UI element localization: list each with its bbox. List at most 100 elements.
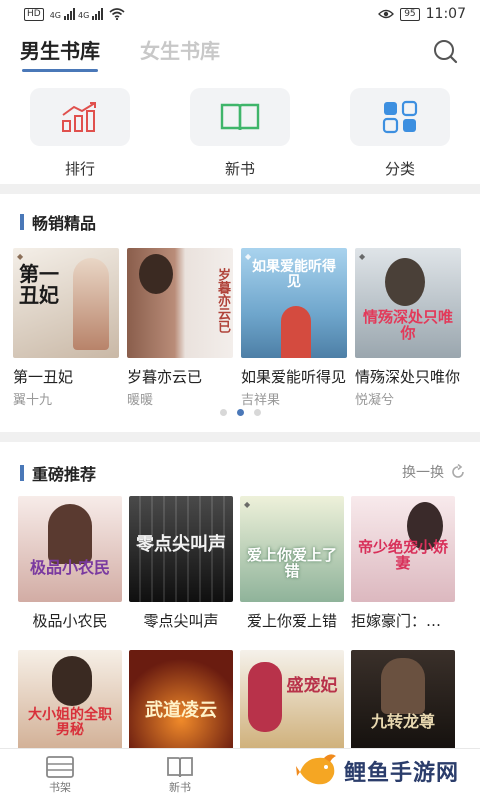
- book-title: 第一丑妃: [13, 368, 74, 386]
- book-card[interactable]: 零点尖叫声 零点尖叫声: [129, 496, 233, 631]
- watermark-text: 鲤鱼手游网: [344, 761, 460, 786]
- cover-title: 大小姐的全职男秘: [28, 707, 112, 738]
- cover-title: 如果爱能听得见: [252, 259, 336, 290]
- cover-figure: [248, 662, 282, 732]
- cover-title: 帝少绝宠小娇妻: [357, 538, 448, 572]
- book-card[interactable]: 极品小农民 极品小农民: [18, 496, 122, 631]
- cover-figure: [281, 306, 311, 358]
- section-divider: [0, 432, 480, 442]
- refresh-label: 换一换: [402, 465, 444, 481]
- book-cover: 岁暮亦云已: [127, 248, 233, 358]
- book-card[interactable]: ◆ 爱上你爱上了错 爱上你爱上错: [240, 496, 344, 631]
- category-tile: [350, 88, 450, 146]
- carousel-pagination: [0, 409, 480, 416]
- book-title: 如果爱能听得见: [241, 368, 347, 386]
- section-divider: [0, 184, 480, 194]
- book-card[interactable]: 大小姐的全职男秘: [18, 650, 122, 750]
- section-accent-bar: [20, 465, 24, 481]
- book-cover: 极品小农民: [18, 496, 122, 602]
- category-label: 新书: [224, 160, 255, 178]
- category-new-books[interactable]: 新书: [190, 88, 290, 184]
- cover-figure: [139, 254, 173, 294]
- refresh-button[interactable]: 换一换: [402, 462, 466, 482]
- cover-title: 零点尖叫声: [136, 534, 226, 555]
- book-cover: ◆ 第一丑妃: [13, 248, 119, 358]
- cover-figure: [381, 658, 425, 714]
- cover-figure: [73, 258, 109, 350]
- nav-new-books[interactable]: 新书: [155, 755, 205, 795]
- book-card[interactable]: 武道凌云: [129, 650, 233, 750]
- search-icon[interactable]: [432, 38, 458, 64]
- book-cover: ◆ 爱上你爱上了错: [240, 496, 344, 602]
- book-title: 极品小农民: [32, 612, 108, 630]
- publisher-mark: ◆: [244, 500, 251, 509]
- battery-indicator: 95: [400, 7, 420, 21]
- publisher-mark: ◆: [359, 252, 366, 261]
- bestsellers-row: ◆ 第一丑妃 第一丑妃 翼十九 岁暮亦云已 岁暮亦云已 暖暖 ◆ 如果爱能听得见…: [0, 248, 480, 408]
- cover-title: 爱上你爱上了错: [246, 546, 337, 580]
- pagination-dot-active[interactable]: [236, 409, 244, 416]
- eye-icon: [378, 9, 395, 19]
- book-cover: 武道凌云: [129, 650, 233, 750]
- book-cover: 零点尖叫声: [129, 496, 233, 602]
- book-card[interactable]: ◆ 第一丑妃 第一丑妃 翼十九: [13, 248, 119, 408]
- book-title: 零点尖叫声: [143, 612, 219, 630]
- library-header: 男生书库 女生书库: [0, 28, 480, 72]
- book-card[interactable]: ◆ 情殇深处只唯你 情殇深处只唯你 悦凝兮: [355, 248, 461, 408]
- book-title: 爱上你爱上错: [246, 612, 337, 630]
- cover-figure: [48, 504, 92, 564]
- cover-figure: [52, 656, 92, 706]
- book-title: 岁暮亦云已: [127, 368, 203, 386]
- book-card[interactable]: 九转龙尊: [351, 650, 455, 750]
- tab-female-library[interactable]: 女生书库: [140, 35, 220, 64]
- recommended-header: 重磅推荐: [20, 461, 96, 485]
- nav-label: 新书: [169, 781, 191, 794]
- book-card[interactable]: ◆ 如果爱能听得见 如果爱能听得见 吉祥果: [241, 248, 347, 408]
- category-classify[interactable]: 分类: [350, 88, 450, 184]
- cover-title: 岁暮亦云已: [215, 267, 230, 333]
- book-cover: 大小姐的全职男秘: [18, 650, 122, 750]
- ranking-chart-icon: [62, 102, 96, 132]
- clock: 11:07: [425, 6, 466, 22]
- category-grid-icon: [382, 100, 418, 134]
- cover-title: 情殇深处只唯你: [362, 308, 453, 342]
- cover-figure: [385, 258, 425, 306]
- recommended-grid: 极品小农民 极品小农民 零点尖叫声 零点尖叫声 ◆ 爱上你爱上了错 爱上你爱上错…: [0, 496, 480, 750]
- book-author: 悦凝兮: [355, 393, 395, 408]
- book-author: 吉祥果: [241, 393, 281, 408]
- book-cover: 盛宠妃: [240, 650, 344, 750]
- carp-logo-icon: [296, 754, 336, 785]
- category-ranking[interactable]: 排行: [30, 88, 130, 184]
- refresh-icon: [452, 464, 464, 478]
- cover-title: 极品小农民: [29, 558, 110, 577]
- cover-title: 盛宠妃: [286, 676, 338, 696]
- book-card[interactable]: 岁暮亦云已 岁暮亦云已 暖暖: [127, 248, 233, 408]
- cover-title: 武道凌云: [145, 700, 217, 721]
- nav-bookshelf[interactable]: 书架: [35, 755, 85, 795]
- pagination-dot[interactable]: [253, 409, 261, 416]
- tab-male-library[interactable]: 男生书库: [20, 35, 100, 72]
- category-tile: [190, 88, 290, 146]
- category-label: 分类: [384, 160, 415, 178]
- book-card[interactable]: 帝少绝宠小娇妻 拒嫁豪门：帝少绝宠小娇妻: [351, 496, 455, 631]
- book-author: 暖暖: [127, 393, 154, 408]
- book-cover: 帝少绝宠小娇妻: [351, 496, 455, 602]
- book-title: 拒嫁豪门：帝少绝宠小娇妻: [351, 612, 455, 630]
- book-card[interactable]: 盛宠妃: [240, 650, 344, 750]
- category-row: 排行 新书 分类: [0, 88, 480, 184]
- cover-title: 九转龙尊: [370, 712, 435, 731]
- watermark: 鲤鱼手游网: [296, 752, 459, 790]
- open-book-icon: [220, 103, 260, 131]
- bestsellers-header: 畅销精品: [20, 210, 96, 234]
- status-bar: HD 4G 4G 95 11:07: [0, 0, 480, 28]
- pagination-dot[interactable]: [219, 409, 227, 416]
- section-accent-bar: [20, 214, 24, 230]
- signal-icon: 4G 4G: [50, 8, 104, 20]
- publisher-mark: ◆: [17, 252, 24, 261]
- book-author: 翼十九: [13, 393, 53, 408]
- book-cover: 九转龙尊: [351, 650, 455, 750]
- bookshelf-icon: [46, 756, 74, 778]
- hd-indicator: HD: [24, 7, 44, 21]
- nav-label: 书架: [49, 781, 71, 794]
- book-cover: ◆ 情殇深处只唯你: [355, 248, 461, 358]
